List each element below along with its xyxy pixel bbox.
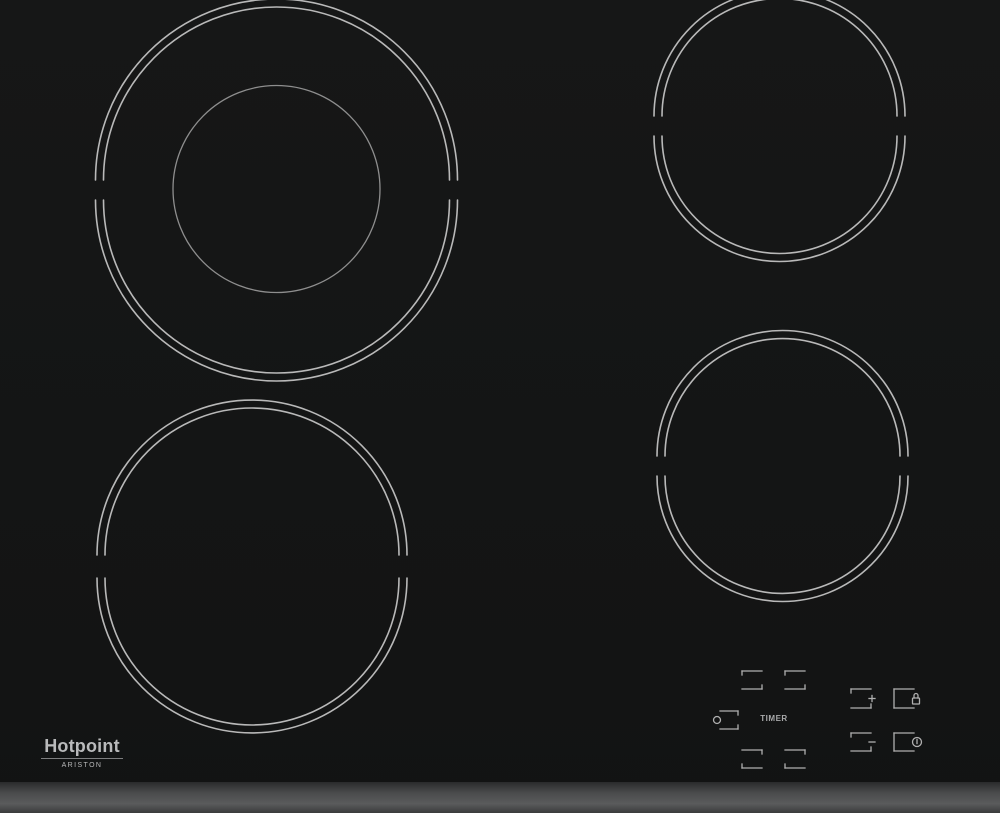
cooking-zone-right[interactable] — [656, 329, 909, 603]
brand-divider — [41, 758, 123, 759]
inner-zone-ring — [172, 84, 381, 294]
timer-dot-icon — [712, 715, 722, 725]
timer-label: TIMER — [760, 714, 788, 723]
cooking-zone-top-right[interactable] — [653, 0, 906, 263]
plus-button[interactable] — [850, 688, 876, 709]
cooking-zone-large-dual[interactable] — [94, 0, 459, 382]
timer-selector[interactable] — [712, 710, 739, 730]
cooking-zone-bottom-left[interactable] — [96, 399, 408, 734]
ceramic-hob: TIMER Hotpoint ARISTON — [0, 0, 1000, 813]
zone-selector-top-right[interactable] — [784, 670, 806, 690]
zone-selector-top-left[interactable] — [741, 670, 763, 690]
zone-selector-bottom-left[interactable] — [741, 749, 763, 769]
zone-selector-bottom-right[interactable] — [784, 749, 806, 769]
cooking-zones — [94, 0, 923, 769]
plus-icon — [868, 694, 876, 703]
minus-button[interactable] — [850, 732, 876, 752]
brand-logo: Hotpoint ARISTON — [41, 736, 123, 770]
lock-button[interactable] — [893, 688, 921, 709]
lock-icon — [911, 692, 921, 705]
power-icon — [911, 736, 923, 748]
brand-name: Hotpoint — [44, 736, 120, 756]
brand-subname: ARISTON — [61, 762, 103, 769]
hob-front-edge — [0, 782, 1000, 813]
power-button[interactable] — [893, 732, 923, 752]
